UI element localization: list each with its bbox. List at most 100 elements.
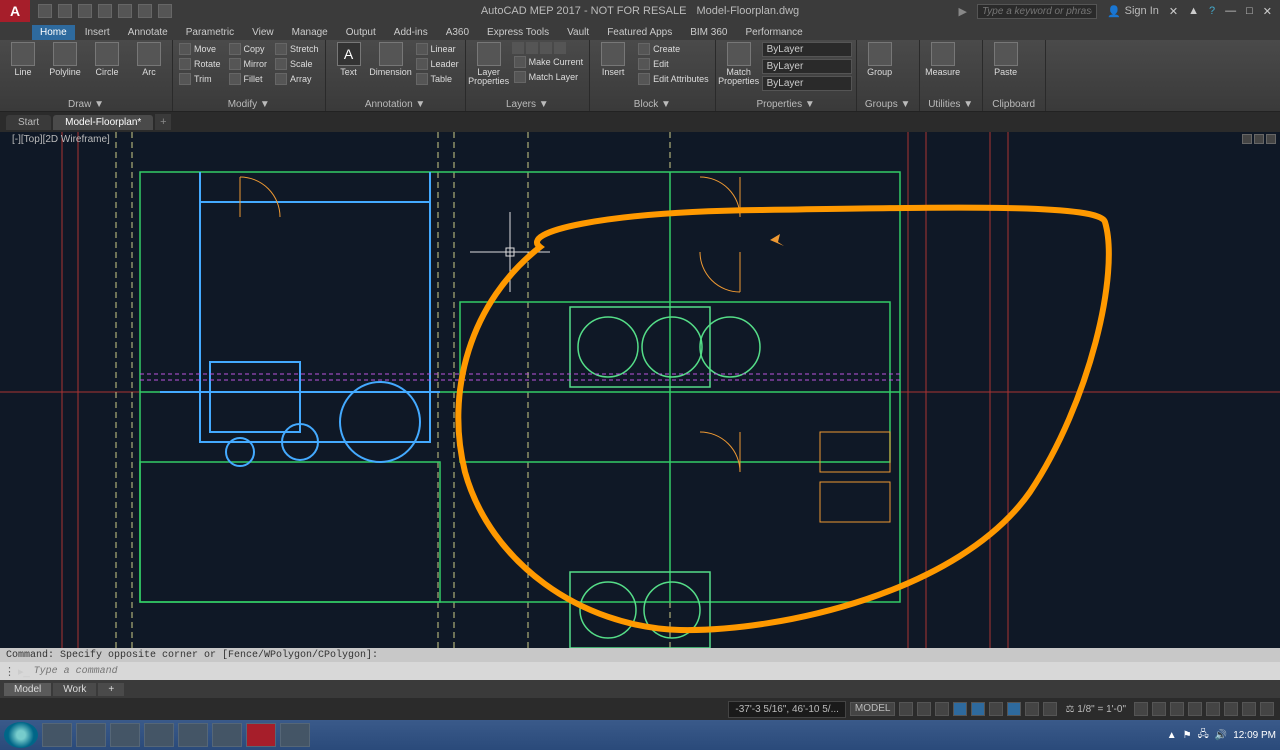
units-icon[interactable] xyxy=(1170,702,1184,716)
grid-toggle[interactable] xyxy=(899,702,913,716)
ortho-toggle[interactable] xyxy=(935,702,949,716)
model-space-button[interactable]: MODEL xyxy=(850,702,896,716)
util-icon[interactable] xyxy=(966,55,978,67)
text-button[interactable]: AText xyxy=(330,42,368,77)
layer-icon[interactable] xyxy=(526,42,538,54)
insert-button[interactable]: Insert xyxy=(594,42,632,77)
linear-button[interactable]: Linear xyxy=(414,42,461,56)
match-properties-button[interactable]: Match Properties xyxy=(720,42,758,86)
viewport-close-button[interactable] xyxy=(1266,134,1276,144)
viewport-min-button[interactable] xyxy=(1242,134,1252,144)
leader-button[interactable]: Leader xyxy=(414,57,461,71)
layout-tab-model[interactable]: Model xyxy=(4,683,51,696)
taskbar-app-icon[interactable] xyxy=(144,723,174,747)
annotation-monitor-icon[interactable] xyxy=(1152,702,1166,716)
ribbon-tab-add-ins[interactable]: Add-ins xyxy=(386,25,436,40)
customize-icon[interactable] xyxy=(1260,702,1274,716)
qat-save-icon[interactable] xyxy=(78,4,92,18)
match-layer-button[interactable]: Match Layer xyxy=(512,70,586,84)
layer-icon[interactable] xyxy=(512,42,524,54)
line-button[interactable]: Line xyxy=(4,42,42,77)
layer-icon[interactable] xyxy=(554,42,566,54)
quickprops-icon[interactable] xyxy=(1188,702,1202,716)
lineweight-toggle[interactable] xyxy=(1025,702,1039,716)
lineweight-dropdown[interactable]: ByLayer xyxy=(762,76,852,91)
group-button[interactable]: Group xyxy=(861,42,899,77)
paste-button[interactable]: Paste xyxy=(987,42,1025,77)
group-edit-icon[interactable] xyxy=(903,55,915,67)
app-logo[interactable]: A xyxy=(0,0,30,22)
new-tab-button[interactable]: + xyxy=(155,114,171,130)
color-dropdown[interactable]: ByLayer xyxy=(762,42,852,57)
panel-modify-title[interactable]: Modify ▼ xyxy=(177,98,321,111)
qat-redo-icon[interactable] xyxy=(158,4,172,18)
linetype-dropdown[interactable]: ByLayer xyxy=(762,59,852,74)
tray-expand-icon[interactable]: ▲ xyxy=(1167,730,1177,741)
mirror-button[interactable]: Mirror xyxy=(227,57,270,71)
hardware-accel-icon[interactable] xyxy=(1206,702,1220,716)
create-block-button[interactable]: Create xyxy=(636,42,711,56)
polyline-button[interactable]: Polyline xyxy=(46,42,84,77)
tray-volume-icon[interactable]: 🔊 xyxy=(1215,730,1227,741)
help-search-input[interactable] xyxy=(977,4,1097,19)
taskbar-clock[interactable]: 12:09 PM xyxy=(1233,730,1276,741)
layer-properties-button[interactable]: Layer Properties xyxy=(470,42,508,86)
taskbar-autocad-icon[interactable] xyxy=(246,723,276,747)
isoplane-toggle[interactable] xyxy=(971,702,985,716)
qat-new-icon[interactable] xyxy=(38,4,52,18)
edit-block-button[interactable]: Edit xyxy=(636,57,711,71)
ribbon-tab-performance[interactable]: Performance xyxy=(737,25,810,40)
snap-toggle[interactable] xyxy=(917,702,931,716)
measure-button[interactable]: Measure xyxy=(924,42,962,77)
add-layout-button[interactable]: + xyxy=(98,683,124,696)
ribbon-tab-express-tools[interactable]: Express Tools xyxy=(479,25,557,40)
qat-undo-icon[interactable] xyxy=(138,4,152,18)
cut-icon[interactable] xyxy=(1029,42,1041,54)
taskbar-app-icon[interactable] xyxy=(178,723,208,747)
taskbar-app-icon[interactable] xyxy=(280,723,310,747)
ungroup-icon[interactable] xyxy=(903,42,915,54)
layer-icon[interactable] xyxy=(540,42,552,54)
qat-plot-icon[interactable] xyxy=(118,4,132,18)
minimize-button[interactable]: — xyxy=(1225,5,1236,17)
osnap-toggle[interactable] xyxy=(989,702,1003,716)
layout-tab-work[interactable]: Work xyxy=(53,683,96,696)
panel-utilities-title[interactable]: Utilities ▼ xyxy=(924,98,978,111)
make-current-button[interactable]: Make Current xyxy=(512,55,586,69)
rotate-button[interactable]: Rotate xyxy=(177,57,223,71)
view-label[interactable]: [-][Top][2D Wireframe] xyxy=(12,134,110,145)
ribbon-tab-featured-apps[interactable]: Featured Apps xyxy=(599,25,680,40)
table-button[interactable]: Table xyxy=(414,72,461,86)
help-icon[interactable]: ? xyxy=(1209,5,1215,17)
move-button[interactable]: Move xyxy=(177,42,223,56)
taskbar-app-icon[interactable] xyxy=(212,723,242,747)
fillet-button[interactable]: Fillet xyxy=(227,72,270,86)
taskbar-explorer-icon[interactable] xyxy=(42,723,72,747)
file-tab[interactable]: Start xyxy=(6,115,51,130)
stretch-button[interactable]: Stretch xyxy=(273,42,321,56)
cleanscreen-icon[interactable] xyxy=(1242,702,1256,716)
close-button[interactable]: ✕ xyxy=(1263,5,1272,18)
command-input[interactable] xyxy=(34,666,1276,677)
polar-toggle[interactable] xyxy=(953,702,967,716)
ribbon-tab-annotate[interactable]: Annotate xyxy=(120,25,176,40)
tray-network-icon[interactable]: 🖧 xyxy=(1198,727,1209,744)
edit-attributes-button[interactable]: Edit Attributes xyxy=(636,72,711,86)
panel-block-title[interactable]: Block ▼ xyxy=(594,98,711,111)
start-button[interactable] xyxy=(4,722,38,748)
qat-open-icon[interactable] xyxy=(58,4,72,18)
scale-button[interactable]: Scale xyxy=(273,57,321,71)
panel-layers-title[interactable]: Layers ▼ xyxy=(470,98,586,111)
annotation-scale[interactable]: ⚖ 1/8" = 1'-0" xyxy=(1061,704,1130,715)
circle-button[interactable]: Circle xyxy=(88,42,126,77)
ribbon-tab-vault[interactable]: Vault xyxy=(559,25,597,40)
drawing-area[interactable]: [-][Top][2D Wireframe] xyxy=(0,132,1280,648)
taskbar-ie-icon[interactable] xyxy=(76,723,106,747)
tray-icon[interactable]: ⚑ xyxy=(1183,730,1192,741)
ribbon-tab-output[interactable]: Output xyxy=(338,25,384,40)
arc-button[interactable]: Arc xyxy=(130,42,168,77)
coordinates-readout[interactable]: -37'-3 5/16", 46'-10 5/... xyxy=(728,701,846,718)
panel-groups-title[interactable]: Groups ▼ xyxy=(861,98,915,111)
signin-link[interactable]: 👤Sign In xyxy=(1107,5,1159,18)
otrack-toggle[interactable] xyxy=(1007,702,1021,716)
